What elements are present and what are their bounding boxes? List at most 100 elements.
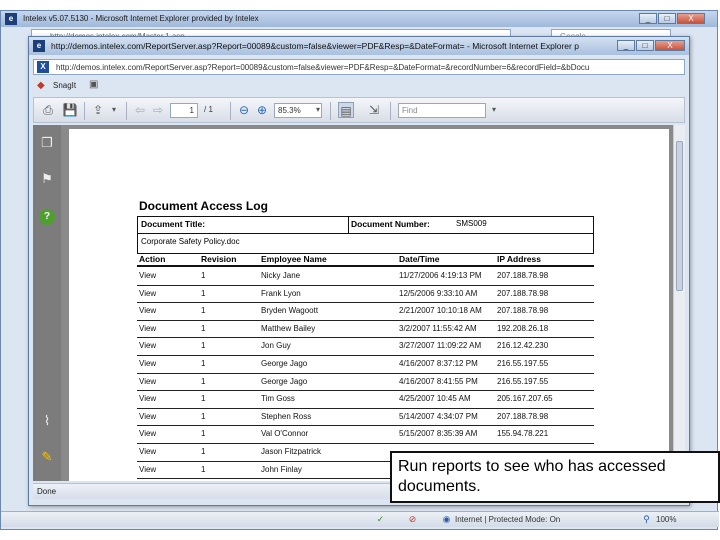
zoom-level-text[interactable]: 100% <box>656 515 676 524</box>
cell-action[interactable]: View <box>139 324 156 333</box>
cell-employee: Jason Fitzpatrick <box>261 447 322 456</box>
cell-datetime: 4/25/2007 10:45 AM <box>399 394 471 404</box>
pdf-page: Document Access Log Document Title: Corp… <box>69 129 669 481</box>
cell-ip: 207.188.78.98 <box>497 271 549 280</box>
cell-revision: 1 <box>201 306 206 316</box>
save-icon[interactable]: 💾 <box>62 102 78 118</box>
table-row: View 1 Bryden Wagoott 2/21/2007 10:10:18 AM… <box>137 303 594 321</box>
cell-ip: 216.55.197.55 <box>497 359 549 368</box>
document-info-box: Document Title: Corporate Safety Policy.… <box>137 216 594 254</box>
cell-ip: 207.188.78.98 <box>497 288 549 298</box>
cell-revision: 1 <box>201 429 206 439</box>
next-page-icon[interactable]: ⇨ <box>150 102 166 118</box>
scrollbar-thumb[interactable] <box>676 141 683 291</box>
cell-ip: 207.188.78.98 <box>497 411 549 421</box>
cell-action[interactable]: View <box>139 359 156 368</box>
popup-maximize-button[interactable]: □ <box>636 40 654 51</box>
cell-revision: 1 <box>201 359 206 368</box>
screen: Intelex v5.07.5130 - Microsoft Internet … <box>0 0 720 540</box>
popup-address-bar[interactable]: http://demos.intelex.com/ReportServer.as… <box>33 59 685 75</box>
cell-action[interactable]: View <box>139 377 156 386</box>
cell-employee: Frank Lyon <box>261 288 301 298</box>
page-number-input[interactable]: 1 <box>170 103 198 118</box>
table-row: View 1 Tim Goss 4/25/2007 10:45 AM 205.167.2… <box>137 391 594 409</box>
cell-datetime: 5/14/2007 4:34:07 PM <box>399 411 478 421</box>
status-text: Done <box>37 487 57 496</box>
cell-datetime: 12/5/2006 9:33:10 AM <box>399 288 478 298</box>
find-input[interactable]: Find <box>398 103 486 118</box>
cell-action[interactable]: View <box>139 447 156 456</box>
snagit-icon: ◆ <box>37 80 45 91</box>
outer-minimize-button[interactable]: _ <box>639 13 657 24</box>
cell-revision: 1 <box>201 323 206 333</box>
outer-window-title: Intelex v5.07.5130 - Microsoft Internet … <box>1 11 717 27</box>
popup-minimize-button[interactable]: _ <box>617 40 635 51</box>
cell-datetime: 2/21/2007 10:10:18 AM <box>399 306 482 316</box>
help-icon[interactable]: ? <box>39 209 55 225</box>
cell-employee: Jon Guy <box>261 341 291 351</box>
vertical-scrollbar[interactable] <box>673 125 685 481</box>
cell-datetime: 4/16/2007 8:41:55 PM <box>399 376 478 386</box>
security-zone-text: Internet | Protected Mode: On <box>455 515 561 524</box>
cell-action[interactable]: View <box>139 429 156 438</box>
table-row: View 1 Matthew Bailey 3/2/2007 11:55:42 AM 1… <box>137 321 594 339</box>
table-row: View 1 George Jago 4/16/2007 8:41:55 PM 216.… <box>137 374 594 392</box>
cell-action[interactable]: View <box>139 465 156 474</box>
cell-action[interactable]: View <box>139 412 156 421</box>
cell-revision: 1 <box>201 447 206 456</box>
cell-employee: Val O'Connor <box>261 429 309 439</box>
snagit-capture-icon[interactable]: ▣ <box>89 79 98 90</box>
toolbar-separator <box>126 102 127 120</box>
cell-revision: 1 <box>201 288 206 298</box>
cell-action[interactable]: View <box>139 271 156 280</box>
table-row: View 1 Frank Lyon 12/5/2006 9:33:10 AM 207.1… <box>137 286 594 304</box>
globe-icon: ◉ <box>442 514 451 524</box>
cell-ip: 192.208.26.18 <box>497 323 549 333</box>
info-divider <box>348 217 349 233</box>
attachments-icon[interactable]: ⌇ <box>39 413 55 429</box>
pages-icon[interactable]: ❐ <box>39 135 55 151</box>
column-header-action: Action <box>139 254 166 264</box>
annotation-callout: Run reports to see who has accessed docu… <box>390 451 720 503</box>
cell-action[interactable]: View <box>139 341 156 350</box>
cell-employee: George Jago <box>261 376 308 386</box>
cell-datetime: 3/2/2007 11:55:42 AM <box>399 323 477 333</box>
fit-page-icon[interactable]: ▤ <box>338 102 354 118</box>
column-header-revision: Revision <box>201 254 237 264</box>
chevron-down-icon[interactable]: ▾ <box>486 102 502 118</box>
snagit-label[interactable]: SnagIt <box>53 81 76 90</box>
zoom-in-icon[interactable]: ⊕ <box>254 102 270 118</box>
table-row: View 1 Nicky Jane 11/27/2006 4:19:13 PM 207.… <box>137 268 594 286</box>
zoom-out-icon[interactable]: ⊖ <box>236 102 252 118</box>
cell-employee: John Finlay <box>261 464 302 474</box>
popup-close-button[interactable]: X <box>655 40 685 51</box>
document-title-value: Corporate Safety Policy.doc <box>141 237 240 246</box>
fit-width-icon[interactable]: ⇲ <box>366 102 382 118</box>
previous-page-icon[interactable]: ⇦ <box>132 102 148 118</box>
cell-revision: 1 <box>201 341 206 351</box>
cell-action[interactable]: View <box>139 394 156 403</box>
comments-icon[interactable]: ✎ <box>39 449 55 465</box>
cell-datetime: 11/27/2006 4:19:13 PM <box>399 271 482 280</box>
table-row: View 1 Val O'Connor 5/15/2007 8:35:39 AM 155… <box>137 426 594 444</box>
cell-employee: Matthew Bailey <box>261 323 316 333</box>
toolbar-separator <box>390 102 391 120</box>
outer-maximize-button[interactable]: □ <box>658 13 676 24</box>
cell-revision: 1 <box>201 376 206 386</box>
column-header-ip: IP Address <box>497 254 541 264</box>
cell-ip: 205.167.207.65 <box>497 394 553 404</box>
outer-close-button[interactable]: X <box>677 13 705 24</box>
header-rule <box>137 265 594 267</box>
cell-revision: 1 <box>201 464 206 474</box>
toolbar-separator <box>330 102 331 120</box>
bookmarks-icon[interactable]: ⚑ <box>39 171 55 187</box>
cell-ip: 155.94.78.221 <box>497 429 549 439</box>
chevron-down-icon[interactable]: ▾ <box>310 102 326 118</box>
cell-action[interactable]: View <box>139 306 156 315</box>
cell-action[interactable]: View <box>139 289 156 298</box>
chevron-down-icon[interactable]: ▾ <box>106 102 122 118</box>
cell-revision: 1 <box>201 394 206 404</box>
print-icon[interactable]: ⎙ <box>40 102 56 118</box>
cell-ip: 207.188.78.98 <box>497 306 549 316</box>
share-icon[interactable]: ⇪ <box>90 102 106 118</box>
